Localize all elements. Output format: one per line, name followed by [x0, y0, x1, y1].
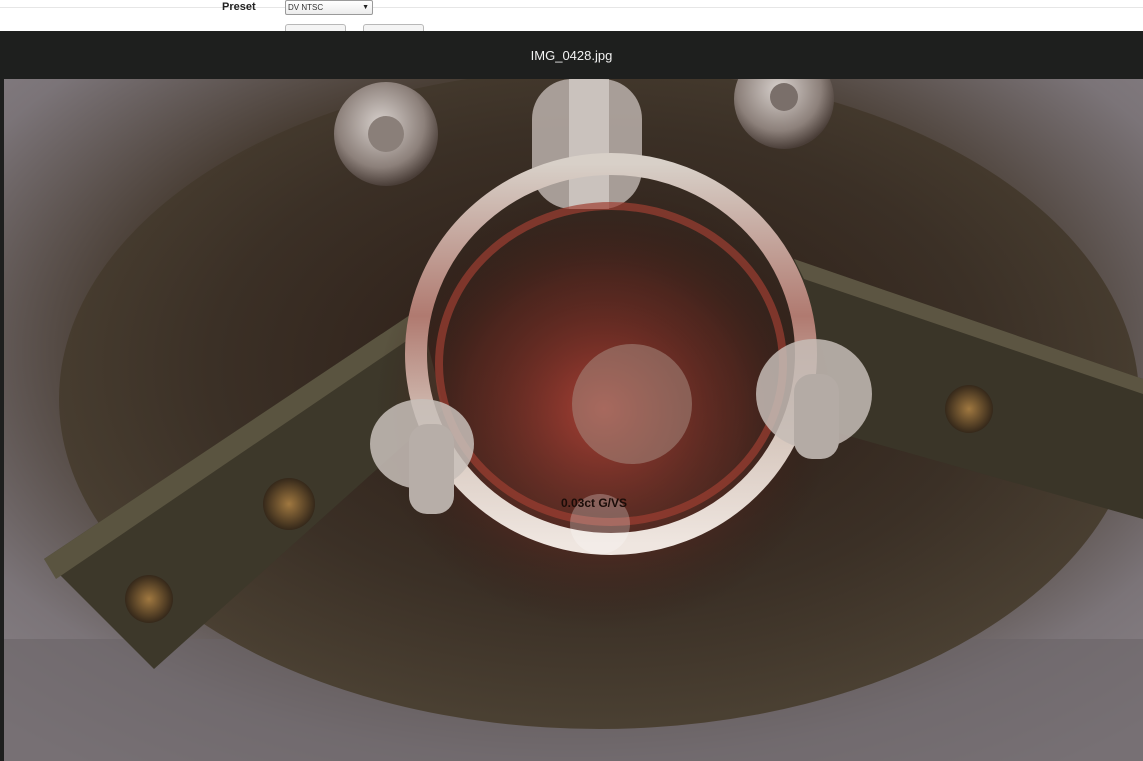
- screen: Preset DV NTSC ▼ IMG_0428.jpg 0.03ct G/V…: [0, 0, 1143, 761]
- lightbox-photo[interactable]: 0.03ct G/VS: [4, 79, 1143, 761]
- lightbox-title: IMG_0428.jpg: [530, 48, 613, 63]
- preset-select-value: DV NTSC: [288, 3, 324, 12]
- preset-label: Preset: [222, 1, 256, 13]
- background-divider: [0, 7, 1143, 8]
- background-page: Preset DV NTSC ▼: [0, 0, 1143, 38]
- chevron-down-icon: ▼: [362, 4, 369, 11]
- photo-illustration: 0.03ct G/VS: [4, 79, 1143, 761]
- ring-engraving: 0.03ct G/VS: [561, 496, 627, 510]
- preset-select[interactable]: DV NTSC ▼: [285, 0, 373, 15]
